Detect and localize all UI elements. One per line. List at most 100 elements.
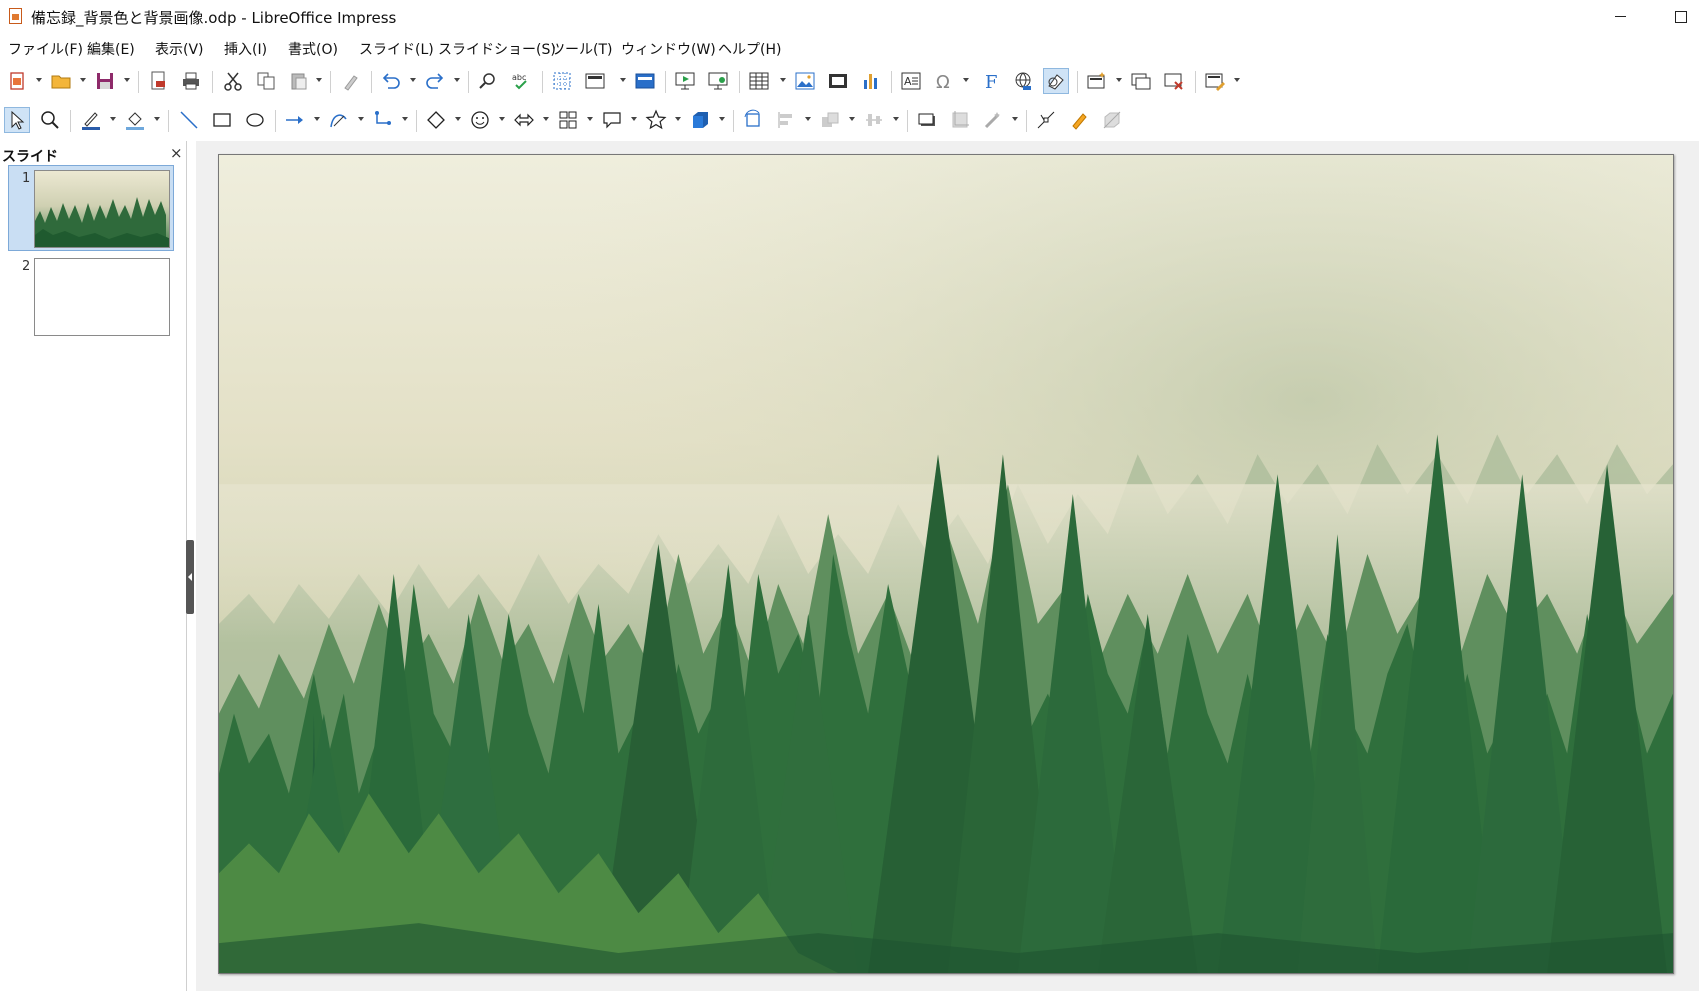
open-icon[interactable] <box>48 68 74 94</box>
points-icon[interactable] <box>1033 107 1059 133</box>
minimize-button[interactable] <box>1597 0 1643 33</box>
menu-slide[interactable]: スライド(L) <box>359 39 434 59</box>
delete-slide-icon[interactable] <box>1161 68 1187 94</box>
block-arrows-icon[interactable] <box>511 107 537 133</box>
block-arrows-dropdown-icon[interactable] <box>543 117 550 122</box>
line-arrow-icon[interactable] <box>282 107 308 133</box>
line-icon[interactable] <box>176 107 202 133</box>
slide-canvas[interactable] <box>218 154 1674 974</box>
pane-splitter-handle[interactable] <box>186 540 194 614</box>
clone-formatting-icon[interactable] <box>338 68 364 94</box>
fontwork-icon[interactable]: F <box>977 68 1003 94</box>
find-replace-icon[interactable] <box>475 68 501 94</box>
line-color-icon[interactable] <box>78 107 104 133</box>
new-slide-dropdown-icon[interactable] <box>1116 78 1123 83</box>
master-slide-icon[interactable] <box>632 68 658 94</box>
paste-icon[interactable] <box>286 68 312 94</box>
menu-file[interactable]: ファイル(F) <box>8 39 83 59</box>
callout-dropdown-icon[interactable] <box>631 117 638 122</box>
callout-icon[interactable] <box>599 107 625 133</box>
connector-icon[interactable] <box>370 107 396 133</box>
menu-insert[interactable]: 挿入(I) <box>224 39 267 59</box>
export-pdf-icon[interactable] <box>145 68 171 94</box>
print-icon[interactable] <box>178 68 204 94</box>
align-dropdown-icon[interactable] <box>805 117 812 122</box>
table-icon[interactable] <box>746 68 772 94</box>
menu-edit[interactable]: 編集(E) <box>87 39 135 59</box>
basic-shapes-icon[interactable] <box>423 107 449 133</box>
undo-icon[interactable] <box>378 68 404 94</box>
arrange-icon[interactable] <box>817 107 843 133</box>
slide-layout-dropdown-icon[interactable] <box>620 78 627 83</box>
symbol-shapes-icon[interactable] <box>467 107 493 133</box>
distribute-dropdown-icon[interactable] <box>893 117 900 122</box>
display-views-dropdown-icon[interactable] <box>1234 78 1241 83</box>
undo-dropdown-icon[interactable] <box>410 78 417 83</box>
line-arrow-dropdown-icon[interactable] <box>314 117 321 122</box>
align-icon[interactable] <box>773 107 799 133</box>
redo-dropdown-icon[interactable] <box>454 78 461 83</box>
media-icon[interactable] <box>825 68 851 94</box>
save-icon[interactable] <box>92 68 118 94</box>
display-views-icon[interactable] <box>1202 68 1228 94</box>
show-draw-functions-icon[interactable] <box>1043 68 1069 94</box>
symbol-shapes-dropdown-icon[interactable] <box>499 117 506 122</box>
zoom-pan-icon[interactable] <box>37 107 63 133</box>
rectangle-icon[interactable] <box>209 107 235 133</box>
special-character-dropdown-icon[interactable] <box>963 78 970 83</box>
menu-view[interactable]: 表示(V) <box>155 39 204 59</box>
table-dropdown-icon[interactable] <box>780 78 787 83</box>
open-dropdown-icon[interactable] <box>80 78 87 83</box>
toggle-extrusion-icon[interactable] <box>1099 107 1125 133</box>
menu-help[interactable]: ヘルプ(H) <box>718 39 781 59</box>
curve-icon[interactable] <box>326 107 352 133</box>
select-icon[interactable] <box>4 107 30 133</box>
curve-dropdown-icon[interactable] <box>358 117 365 122</box>
distribute-icon[interactable] <box>861 107 887 133</box>
save-dropdown-icon[interactable] <box>124 78 131 83</box>
shadow-icon[interactable] <box>914 107 940 133</box>
menu-format[interactable]: 書式(O) <box>288 39 338 59</box>
paste-dropdown-icon[interactable] <box>316 78 323 83</box>
line-color-dropdown-icon[interactable] <box>110 117 117 122</box>
menu-slideshow[interactable]: スライドショー(S) <box>438 39 556 59</box>
new-dropdown-icon[interactable] <box>36 78 43 83</box>
special-character-icon[interactable]: Ω <box>931 68 957 94</box>
new-slide-icon[interactable] <box>1084 68 1110 94</box>
hyperlink-icon[interactable] <box>1010 68 1036 94</box>
image-icon[interactable] <box>792 68 818 94</box>
stars-icon[interactable] <box>643 107 669 133</box>
slide-layout-icon[interactable] <box>582 68 608 94</box>
slide-2-preview[interactable] <box>34 258 170 336</box>
fill-color-dropdown-icon[interactable] <box>154 117 161 122</box>
text-box-icon[interactable]: A <box>898 68 924 94</box>
slide-1-preview[interactable] <box>34 170 170 248</box>
glue-points-icon[interactable] <box>1066 107 1092 133</box>
filter-dropdown-icon[interactable] <box>1012 117 1019 122</box>
new-document-icon[interactable] <box>4 68 30 94</box>
fill-color-icon[interactable] <box>122 107 148 133</box>
flowchart-icon[interactable] <box>555 107 581 133</box>
spelling-icon[interactable]: abc <box>508 68 534 94</box>
display-grid-icon[interactable] <box>549 68 575 94</box>
maximize-button[interactable] <box>1658 0 1699 33</box>
stars-dropdown-icon[interactable] <box>675 117 682 122</box>
redo-icon[interactable] <box>422 68 448 94</box>
chart-icon[interactable] <box>858 68 884 94</box>
3d-objects-icon[interactable] <box>687 107 713 133</box>
start-from-first-slide-icon[interactable] <box>672 68 698 94</box>
menu-tools[interactable]: ツール(T) <box>551 39 612 59</box>
filter-icon[interactable] <box>980 107 1006 133</box>
close-pane-icon[interactable]: × <box>170 144 183 162</box>
ellipse-icon[interactable] <box>242 107 268 133</box>
basic-shapes-dropdown-icon[interactable] <box>455 117 462 122</box>
start-from-current-slide-icon[interactable] <box>705 68 731 94</box>
copy-icon[interactable] <box>253 68 279 94</box>
connector-dropdown-icon[interactable] <box>402 117 409 122</box>
crop-icon[interactable] <box>947 107 973 133</box>
menu-window[interactable]: ウィンドウ(W) <box>621 39 716 59</box>
cut-icon[interactable] <box>220 68 246 94</box>
3d-objects-dropdown-icon[interactable] <box>719 117 726 122</box>
rotate-icon[interactable] <box>740 107 766 133</box>
flowchart-dropdown-icon[interactable] <box>587 117 594 122</box>
